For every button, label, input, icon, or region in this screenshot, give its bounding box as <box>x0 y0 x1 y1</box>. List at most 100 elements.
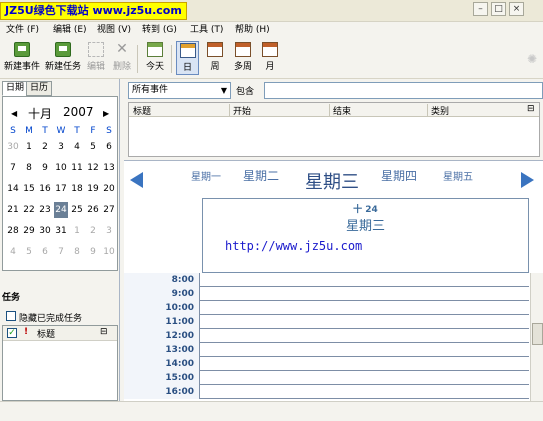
calendar-day[interactable]: 23 <box>38 202 52 218</box>
calendar-day[interactable]: 15 <box>22 181 36 197</box>
hour-slot[interactable]: 8:00 <box>124 273 529 287</box>
hide-completed-checkbox[interactable] <box>6 311 16 321</box>
calendar-day[interactable]: 24 <box>54 202 68 218</box>
day-column[interactable]: 十 24 星期三 http://www.jz5u.com <box>202 198 529 273</box>
event-filter-select[interactable]: 所有事件 ▼ <box>128 82 231 99</box>
contains-input[interactable] <box>264 82 543 99</box>
minimize-button[interactable]: – <box>473 2 488 16</box>
menu-goto[interactable]: 转到 (G) <box>142 22 177 39</box>
calendar-day[interactable]: 10 <box>54 160 68 176</box>
calendar-day[interactable]: 7 <box>6 160 20 176</box>
column-divider[interactable] <box>329 104 330 116</box>
calendar-day[interactable]: 19 <box>86 181 100 197</box>
vertical-scrollbar[interactable] <box>530 273 543 401</box>
tab-date[interactable]: 日期 <box>2 81 29 96</box>
calendar-day[interactable]: 22 <box>22 202 36 218</box>
previous-day-arrow-icon[interactable] <box>130 172 143 188</box>
hour-slot[interactable]: 14:00 <box>124 357 529 371</box>
new-task-button[interactable]: 新建任务 <box>43 41 83 75</box>
day-header-wednesday[interactable]: 星期三 <box>305 168 359 194</box>
calendar-day[interactable]: 28 <box>6 223 20 239</box>
delete-button[interactable]: ✕ 删除 <box>111 41 133 75</box>
edit-button[interactable]: 编辑 <box>85 41 107 75</box>
hour-slot[interactable]: 10:00 <box>124 301 529 315</box>
calendar-day[interactable]: 30 <box>6 139 20 155</box>
day-header-monday[interactable]: 星期一 <box>191 168 221 183</box>
calendar-day[interactable]: 17 <box>54 181 68 197</box>
hour-slot[interactable]: 16:00 <box>124 385 529 399</box>
maximize-button[interactable]: □ <box>491 2 506 16</box>
tab-calendar[interactable]: 日历 <box>26 81 53 96</box>
scrollbar-thumb[interactable] <box>532 323 543 345</box>
column-divider[interactable] <box>427 104 428 116</box>
calendar-day[interactable]: 1 <box>70 223 84 239</box>
calendar-day[interactable]: 12 <box>86 160 100 176</box>
column-divider[interactable] <box>229 104 230 116</box>
calendar-year[interactable]: 2007 <box>63 105 94 119</box>
calendar-day[interactable]: 5 <box>86 139 100 155</box>
day-view-button[interactable]: 日 <box>176 41 199 75</box>
close-button[interactable]: × <box>509 2 524 16</box>
calendar-day[interactable]: 21 <box>6 202 20 218</box>
new-event-button[interactable]: 新建事件 <box>2 41 42 75</box>
calendar-day[interactable]: 8 <box>70 244 84 260</box>
calendar-day[interactable]: 5 <box>22 244 36 260</box>
column-category[interactable]: 类别 <box>431 104 449 117</box>
week-view-button[interactable]: 周 <box>204 41 226 75</box>
next-month-icon[interactable]: ▶ <box>103 109 109 118</box>
calendar-day[interactable]: 6 <box>38 244 52 260</box>
column-chooser-icon[interactable]: ⊟ <box>527 104 535 114</box>
calendar-day[interactable]: 9 <box>38 160 52 176</box>
calendar-day[interactable]: 29 <box>22 223 36 239</box>
menu-tools[interactable]: 工具 (T) <box>190 22 223 39</box>
task-priority-header[interactable]: ! <box>24 327 28 337</box>
calendar-day[interactable]: 16 <box>38 181 52 197</box>
calendar-day[interactable]: 2 <box>86 223 100 239</box>
today-button[interactable]: 今天 <box>142 41 168 75</box>
next-day-arrow-icon[interactable] <box>521 172 534 188</box>
day-header-thursday[interactable]: 星期四 <box>381 167 417 184</box>
calendar-day[interactable]: 9 <box>86 244 100 260</box>
calendar-day[interactable]: 25 <box>70 202 84 218</box>
calendar-month[interactable]: 十月 <box>28 105 52 122</box>
task-title-header[interactable]: 标题 <box>37 327 55 340</box>
month-view-button[interactable]: 月 <box>259 41 281 75</box>
calendar-day[interactable]: 30 <box>38 223 52 239</box>
menu-help[interactable]: 帮助 (H) <box>235 22 270 39</box>
menu-file[interactable]: 文件 (F) <box>6 22 39 39</box>
calendar-day[interactable]: 27 <box>102 202 116 218</box>
menu-edit[interactable]: 编辑 (E) <box>53 22 87 39</box>
day-header-friday[interactable]: 星期五 <box>443 168 473 183</box>
calendar-day[interactable]: 4 <box>70 139 84 155</box>
hour-slot[interactable]: 9:00 <box>124 287 529 301</box>
menu-view[interactable]: 视图 (V) <box>97 22 131 39</box>
day-header-tuesday[interactable]: 星期二 <box>243 167 279 184</box>
calendar-day[interactable]: 3 <box>102 223 116 239</box>
calendar-day[interactable]: 11 <box>70 160 84 176</box>
hour-slot[interactable]: 12:00 <box>124 329 529 343</box>
calendar-day[interactable]: 2 <box>38 139 52 155</box>
calendar-day[interactable]: 18 <box>70 181 84 197</box>
prev-month-icon[interactable]: ◀ <box>11 109 17 118</box>
column-start[interactable]: 开始 <box>233 104 251 117</box>
task-complete-column-checkbox[interactable] <box>7 328 17 338</box>
multi-week-view-button[interactable]: 多周 <box>230 41 256 75</box>
calendar-day[interactable]: 6 <box>102 139 116 155</box>
column-chooser-icon[interactable]: ⊟ <box>100 327 108 337</box>
hour-slot[interactable]: 11:00 <box>124 315 529 329</box>
calendar-day[interactable]: 4 <box>6 244 20 260</box>
column-title[interactable]: 标题 <box>133 104 151 117</box>
calendar-day[interactable]: 20 <box>102 181 116 197</box>
hour-slot[interactable]: 15:00 <box>124 371 529 385</box>
calendar-day[interactable]: 13 <box>102 160 116 176</box>
all-day-event[interactable]: http://www.jz5u.com <box>225 239 362 253</box>
calendar-day[interactable]: 7 <box>54 244 68 260</box>
column-end[interactable]: 结束 <box>333 104 351 117</box>
calendar-day[interactable]: 31 <box>54 223 68 239</box>
calendar-day[interactable]: 1 <box>22 139 36 155</box>
hour-slot[interactable]: 13:00 <box>124 343 529 357</box>
calendar-day[interactable]: 3 <box>54 139 68 155</box>
calendar-day[interactable]: 26 <box>86 202 100 218</box>
calendar-day[interactable]: 10 <box>102 244 116 260</box>
calendar-day[interactable]: 14 <box>6 181 20 197</box>
